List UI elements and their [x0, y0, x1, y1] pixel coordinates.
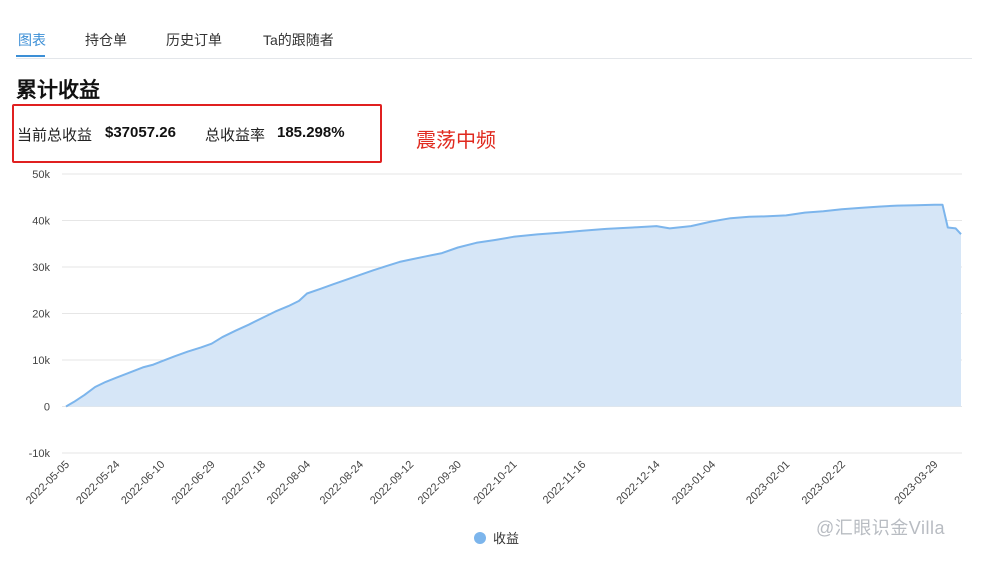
x-axis-ticks: 2022-05-05 2022-05-242022-06-10 2022-06-29…	[24, 459, 941, 507]
legend-marker	[474, 532, 486, 544]
chart-legend[interactable]: 收益	[474, 528, 519, 547]
x-tick-label: 2022-11-16	[541, 459, 589, 507]
y-tick-label: 50k	[32, 169, 50, 181]
x-tick-label: 2022-06-10	[119, 459, 167, 507]
x-tick-label: 2023-02-01	[744, 459, 792, 507]
x-tick-label: 2022-09-30	[416, 459, 464, 507]
profit-area-chart: -10k 0 10k 20k 30k 40k 50k 2022-05-05 2022-05-2…	[24, 169, 962, 507]
y-tick-label: 40k	[32, 216, 50, 228]
x-tick-label: 2022-12-14	[614, 459, 662, 507]
x-tick-label: 2022-09-12	[368, 459, 416, 507]
y-tick-label: 20k	[32, 309, 50, 321]
y-tick-label: 0	[44, 402, 50, 414]
x-tick-label: 2022-10-21	[471, 459, 519, 507]
y-axis-ticks: -10k 0 10k 20k 30k 40k 50k	[29, 169, 51, 460]
watermark: @汇眼识金Villa	[816, 518, 945, 538]
x-tick-label: 2022-05-24	[74, 459, 122, 507]
x-tick-label: 2022-05-05	[24, 459, 72, 507]
x-tick-label: 2023-01-04	[670, 459, 718, 507]
legend-label: 收益	[493, 531, 520, 546]
x-tick-label: 2022-08-04	[265, 459, 313, 507]
x-tick-label: 2023-03-29	[892, 459, 940, 507]
y-tick-label: -10k	[29, 448, 51, 460]
series-area-fill	[66, 204, 961, 407]
y-tick-label: 10k	[32, 355, 50, 367]
x-tick-label: 2022-06-29	[169, 459, 217, 507]
x-tick-label: 2022-08-24	[318, 459, 366, 507]
x-tick-label: 2022-07-18	[220, 459, 268, 507]
x-tick-label: 2023-02-22	[800, 459, 848, 507]
y-tick-label: 30k	[32, 262, 50, 274]
